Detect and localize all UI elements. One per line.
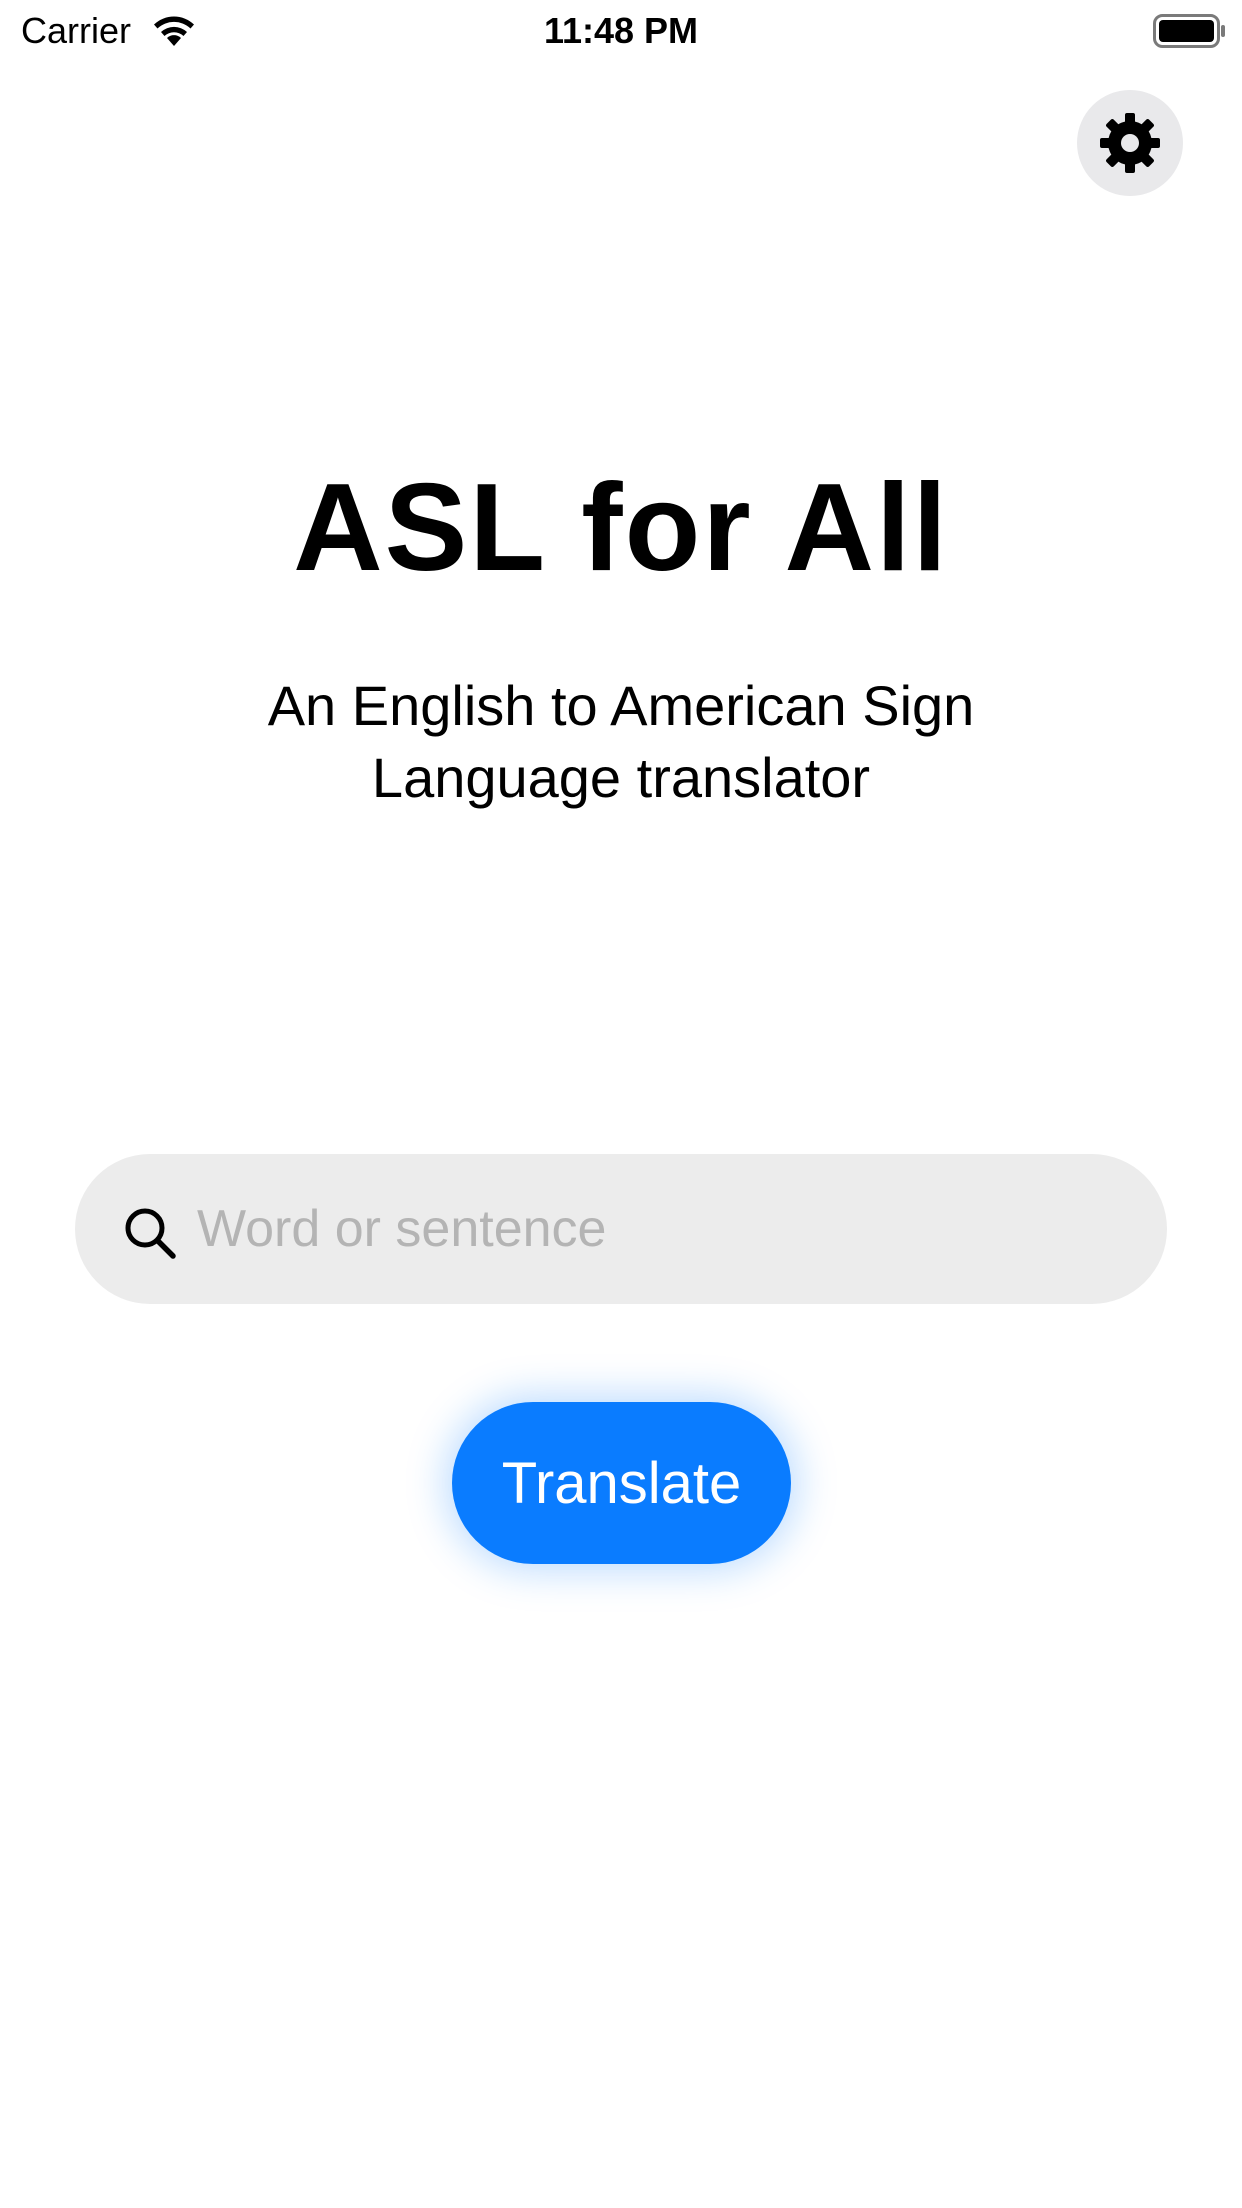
battery-icon [1153,14,1227,48]
app-screen: Carrier 11:48 PM ASL for All An English … [0,0,1242,2208]
search-input[interactable] [197,1154,1117,1304]
gear-icon [1098,111,1162,175]
translate-button[interactable]: Translate [452,1402,791,1564]
settings-button[interactable] [1077,90,1183,196]
app-subtitle: An English to American Sign Language tra… [267,674,975,809]
status-bar: Carrier 11:48 PM [0,0,1242,62]
app-title: ASL for All [293,459,949,597]
search-icon [123,1206,177,1260]
search-field[interactable] [75,1154,1167,1304]
status-time: 11:48 PM [543,10,699,51]
